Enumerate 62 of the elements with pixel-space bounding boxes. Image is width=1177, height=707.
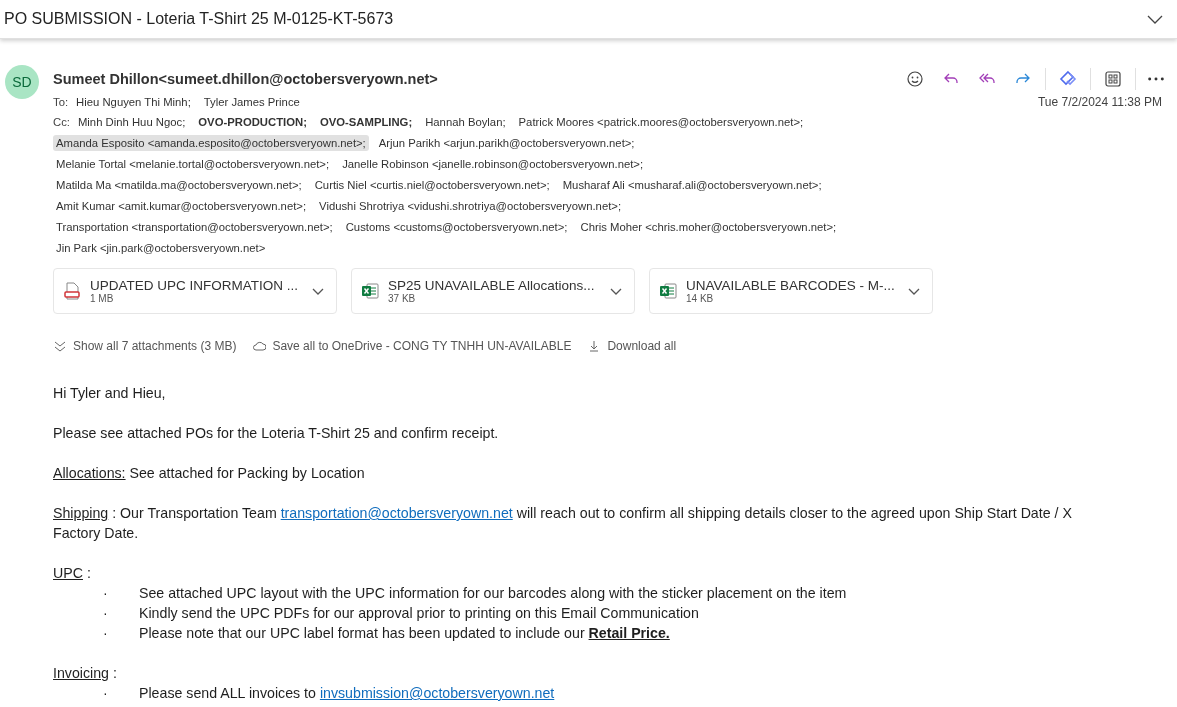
bullet-mark: ·	[103, 684, 109, 703]
recipient[interactable]: Janelle Robinson <janelle.robinson@octobersveryown.net>;	[339, 155, 647, 172]
more-icon	[1148, 77, 1164, 81]
attachment-action[interactable]: Show all 7 attachments (3 MB)	[53, 339, 237, 353]
attachment-name: UPDATED UPC INFORMATION ...	[90, 278, 299, 293]
recipient[interactable]: Chris Moher <chris.moher@octobersveryown.net>;	[577, 218, 840, 235]
bullet-text: Please note that our UPC label format has been updated to include our Retail Price.	[139, 624, 670, 643]
spreadsheet-file-icon	[658, 281, 678, 301]
attachment-size: 37 KB	[388, 293, 417, 304]
body-paragraph: Shipping : Our Transportation Team transportation@octobersveryown.net will reach out to confirm all shipping details closer to the agreed upon Ship Start Date / X Factory Date.	[53, 504, 1073, 543]
recipient[interactable]: Musharaf Ali <musharaf.ali@octobersveryown.net>;	[559, 176, 825, 193]
email-subject: PO SUBMISSION - Loteria T-Shirt 25 M-0125-KT-5673	[4, 10, 394, 28]
smiley-icon	[905, 69, 925, 89]
cc-label: Cc:	[53, 115, 70, 128]
pdf-file-icon	[62, 281, 82, 301]
recipient[interactable]: OVO-SAMPLING;	[316, 113, 416, 130]
attachment-action[interactable]: Save all to OneDrive - CONG TY TNHH UN-AVAILABLE	[252, 339, 572, 353]
sent-date: Tue 7/2/2024 11:38 PM	[1037, 94, 1162, 109]
bullet-text: See attached UPC layout with the UPC information for our barcodes along with the sticker placement on the item	[139, 584, 847, 603]
double-chevron-icon	[53, 339, 67, 353]
recipient[interactable]: Jin Park <jin.park@octobersveryown.net>	[53, 239, 269, 256]
email-link[interactable]: invsubmission@octobersveryown.net	[319, 685, 555, 701]
attachment-name: SP25 UNAVAILABLE Allocations...	[388, 278, 596, 293]
attachment-card[interactable]: UNAVAILABLE BARCODES - M-... 14 KB	[649, 268, 933, 314]
attachment-size: 1 MB	[90, 293, 115, 304]
to-label: To:	[53, 95, 69, 108]
sender-name[interactable]: Sumeet Dhillon<sumeet.dhillon@octobersveryown.net>	[53, 71, 438, 87]
apps-grid-icon	[1103, 69, 1123, 89]
recipient[interactable]: Customs <customs@octobersveryown.net>;	[342, 218, 571, 235]
recipient[interactable]: Transportation <transportation@octobersveryown.net>;	[53, 218, 336, 235]
body-paragraph: Invoicing :	[53, 664, 118, 683]
attachment-name: UNAVAILABLE BARCODES - M-...	[686, 278, 896, 293]
bullet-text: Please send ALL invoices to invsubmission@octobersveryown.net	[139, 684, 555, 703]
recipient[interactable]: Hannah Boylan;	[422, 113, 509, 130]
sender-avatar: SD	[5, 65, 39, 99]
recipient[interactable]: Curtis Niel <curtis.niel@octobersveryown.net>;	[311, 176, 553, 193]
recipient[interactable]: Matilda Ma <matilda.ma@octobersveryown.net>;	[53, 176, 305, 193]
email-link[interactable]: transportation@octobersveryown.net	[280, 505, 513, 521]
attachment-action[interactable]: Download all	[587, 339, 677, 353]
bullet-mark: ·	[103, 624, 109, 643]
spreadsheet-file-icon	[360, 281, 380, 301]
recipient[interactable]: Tyler James Prince	[200, 93, 303, 110]
bullet-mark: ·	[103, 584, 109, 603]
recipient[interactable]: Arjun Parikh <arjun.parikh@octobersveryown.net>;	[375, 134, 638, 151]
bullet-mark: ·	[103, 604, 109, 623]
body-paragraph: Hi Tyler and Hieu,	[53, 384, 167, 403]
bullet-text: Kindly send the UPC PDFs for our approval prior to printing on this Email Communication	[139, 604, 699, 623]
attachment-card[interactable]: SP25 UNAVAILABLE Allocations... 37 KB	[351, 268, 635, 314]
body-paragraph: Please see attached POs for the Loteria T-Shirt 25 and confirm receipt.	[53, 424, 500, 443]
recipient[interactable]: Hieu Nguyen Thi Minh;	[73, 93, 194, 110]
recipient[interactable]: Amanda Esposito <amanda.esposito@octobersveryown.net>;	[53, 134, 369, 151]
attachment-size: 14 KB	[686, 293, 715, 304]
recipient[interactable]: Minh Dinh Huu Ngoc;	[74, 113, 189, 130]
recipient[interactable]: OVO-PRODUCTION;	[195, 113, 310, 130]
recipient[interactable]: Melanie Tortal <melanie.tortal@octobersveryown.net>;	[53, 155, 333, 172]
cloud-icon	[252, 339, 267, 353]
body-paragraph: Allocations: See attached for Packing by Location	[53, 464, 366, 483]
body-paragraph: UPC :	[53, 564, 92, 583]
recipient[interactable]: Vidushi Shrotriya <vidushi.shrotriya@octobersveryown.net>;	[316, 197, 625, 214]
recipient[interactable]: Patrick Moores <patrick.moores@octobersveryown.net>;	[515, 113, 807, 130]
recipient[interactable]: Amit Kumar <amit.kumar@octobersveryown.net>;	[53, 197, 310, 214]
attachment-card[interactable]: UPDATED UPC INFORMATION ... 1 MB	[53, 268, 337, 314]
